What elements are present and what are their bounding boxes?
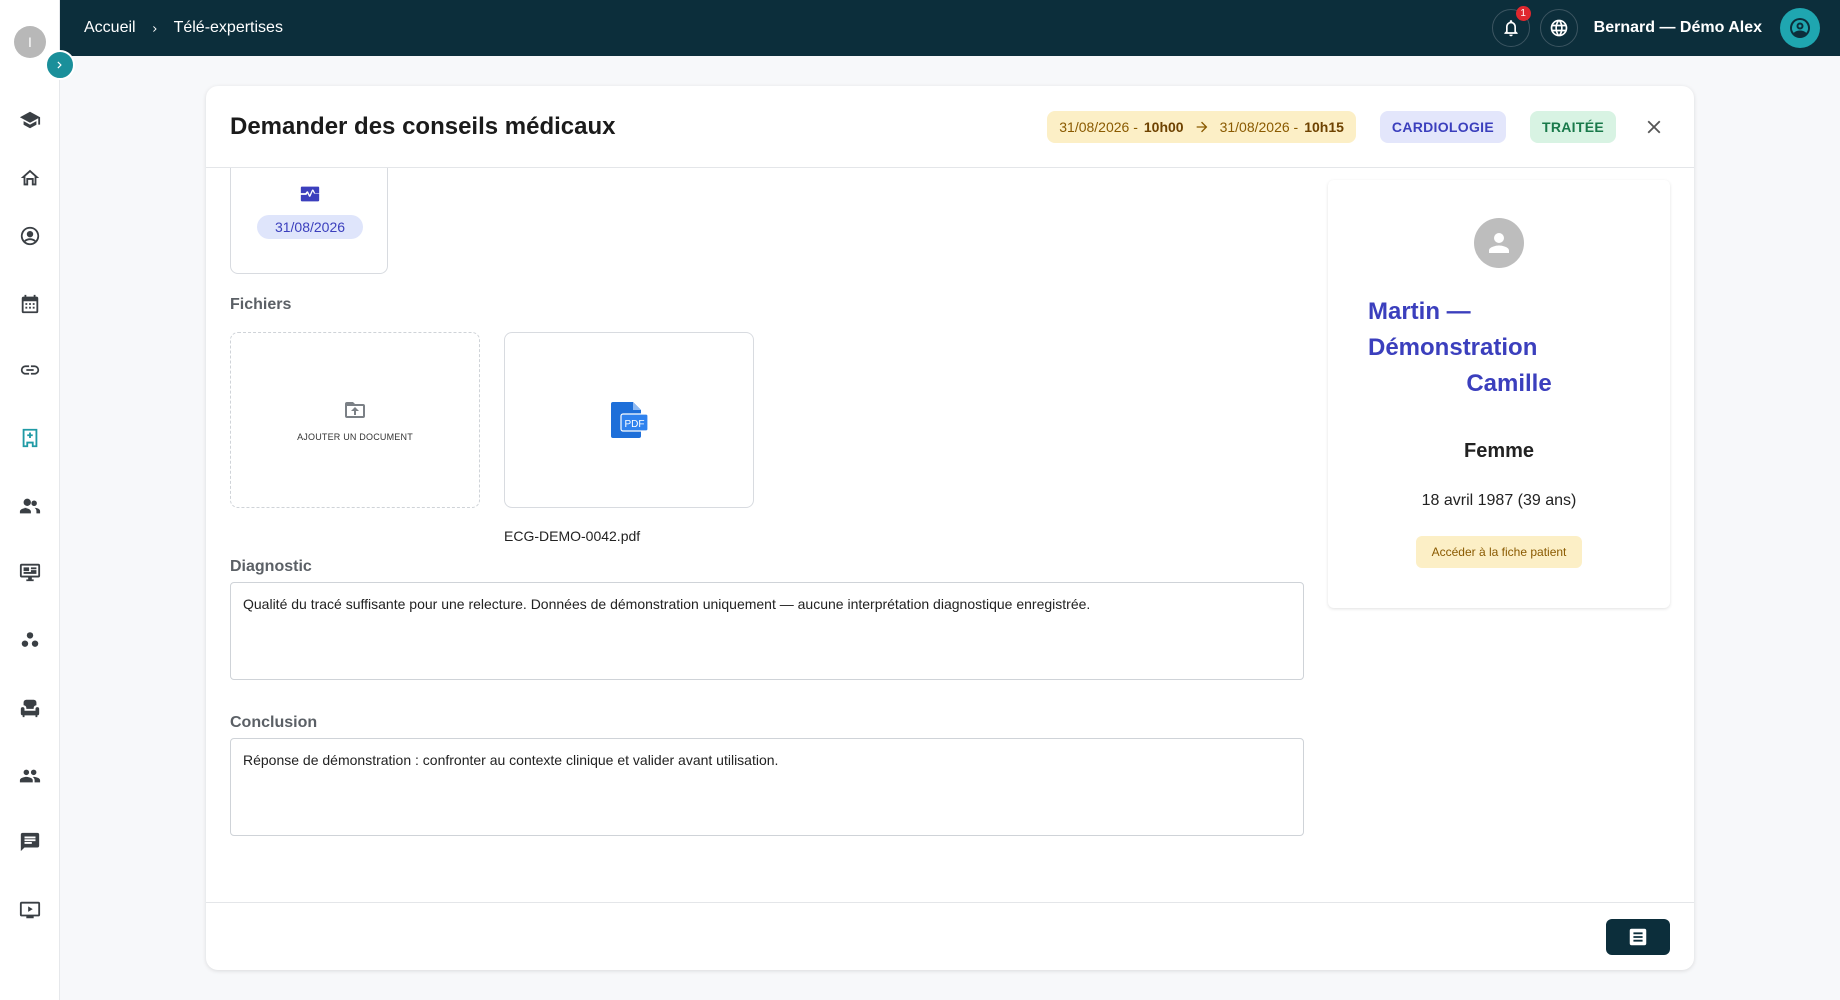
files-section-label: Fichiers [230, 296, 292, 313]
close-icon [1647, 120, 1661, 134]
status-badge: TRAITÉE [1530, 111, 1616, 143]
modal-body: 31/08/2026 Fichiers AJOUTER UN DOCUMENT … [206, 168, 1694, 888]
file-name[interactable]: ECG-DEMO-0042.pdf [504, 528, 640, 544]
conclusion-textarea[interactable]: Réponse de démonstration : confronter au… [230, 738, 1304, 836]
breadcrumb-home[interactable]: Accueil [84, 19, 136, 37]
globe-icon [1550, 19, 1567, 37]
sidebar: I [0, 0, 60, 1000]
patient-name-line: Camille [1466, 370, 1552, 397]
link-icon[interactable] [18, 358, 42, 382]
account-circle-icon [1790, 18, 1810, 38]
doctor-avatar-icon[interactable] [18, 224, 42, 248]
schedule-pill: 31/08/2026 - 10h00 31/08/2026 - 10h15 [1047, 111, 1356, 143]
exam-date-pill: 31/08/2026 [257, 215, 363, 239]
breadcrumb: Accueil Télé-expertises [84, 19, 283, 37]
monitor-heart-icon [299, 183, 321, 205]
chat-icon[interactable] [18, 830, 42, 854]
folder-upload-icon [345, 402, 365, 418]
logo-letter: I [28, 34, 32, 50]
start-time: 10h00 [1143, 119, 1184, 135]
chevron-right-icon [150, 23, 160, 33]
hospital-icon[interactable] [18, 426, 42, 450]
report-button[interactable] [1606, 919, 1670, 955]
chevron-right-icon [57, 61, 62, 69]
monitor-icon[interactable] [18, 560, 42, 584]
user-avatar[interactable] [1780, 8, 1820, 48]
exam-card[interactable]: 31/08/2026 [230, 168, 388, 274]
home-icon[interactable] [18, 166, 42, 190]
user-group-add-icon[interactable] [18, 494, 42, 518]
open-patient-file-button[interactable]: Accéder à la fiche patient [1416, 536, 1582, 568]
app-logo[interactable]: I [14, 26, 46, 58]
modal-footer [206, 902, 1694, 970]
diagnostic-textarea[interactable]: Qualité du tracé suffisante pour une rel… [230, 582, 1304, 680]
conclusion-section-label: Conclusion [230, 714, 318, 731]
video-play-icon[interactable] [18, 898, 42, 922]
patient-birthdate: 18 avril 1987 (39 ans) [1421, 492, 1577, 509]
topbar: Accueil Télé-expertises 1 Bernard — Démo… [60, 0, 1840, 56]
graduation-cap-icon[interactable] [18, 108, 42, 132]
workspaces-icon[interactable] [18, 628, 42, 652]
user-name[interactable]: Bernard — Démo Alex [1594, 19, 1762, 37]
add-document-label: AJOUTER UN DOCUMENT [297, 432, 413, 442]
patient-sex: Femme [1463, 440, 1535, 462]
file-card[interactable]: PDF [504, 332, 754, 508]
specialty-tag: CARDIOLOGIE [1379, 111, 1506, 143]
pdf-file-icon: PDF [611, 402, 649, 438]
calendar-icon[interactable] [18, 292, 42, 316]
start-date: 31/08/2026 - [1059, 119, 1138, 135]
patient-name-line: Démonstration [1368, 334, 1538, 361]
close-button[interactable] [1642, 115, 1666, 139]
bell-icon [1503, 20, 1518, 37]
modal-title: Demander des conseils médicaux [230, 113, 616, 140]
person-icon [1474, 218, 1524, 268]
sidebar-toggle-button[interactable] [45, 50, 75, 80]
people-icon[interactable] [18, 764, 42, 788]
modal-header: Demander des conseils médicaux 31/08/202… [206, 86, 1694, 168]
notifications-button[interactable]: 1 [1491, 6, 1531, 47]
article-icon [1629, 928, 1647, 946]
patient-card: Martin — Démonstration Camille Femme 18 … [1328, 180, 1670, 608]
notification-count-badge: 1 [1515, 6, 1531, 21]
breadcrumb-current[interactable]: Télé-expertises [174, 19, 283, 37]
armchair-icon[interactable] [18, 696, 42, 720]
patient-name[interactable]: Martin — Démonstration Camille [1368, 294, 1630, 402]
add-document-dropzone[interactable]: AJOUTER UN DOCUMENT [230, 332, 480, 508]
svg-text:PDF: PDF [625, 419, 645, 430]
diagnostic-section-label: Diagnostic [230, 558, 312, 575]
language-button[interactable] [1539, 9, 1578, 47]
end-date: 31/08/2026 - [1219, 119, 1299, 135]
patient-name-line: Martin — [1368, 298, 1471, 325]
tele-expertise-modal: Demander des conseils médicaux 31/08/202… [206, 86, 1694, 970]
arrow-right-icon [1196, 121, 1207, 133]
end-time: 10h15 [1304, 119, 1344, 135]
